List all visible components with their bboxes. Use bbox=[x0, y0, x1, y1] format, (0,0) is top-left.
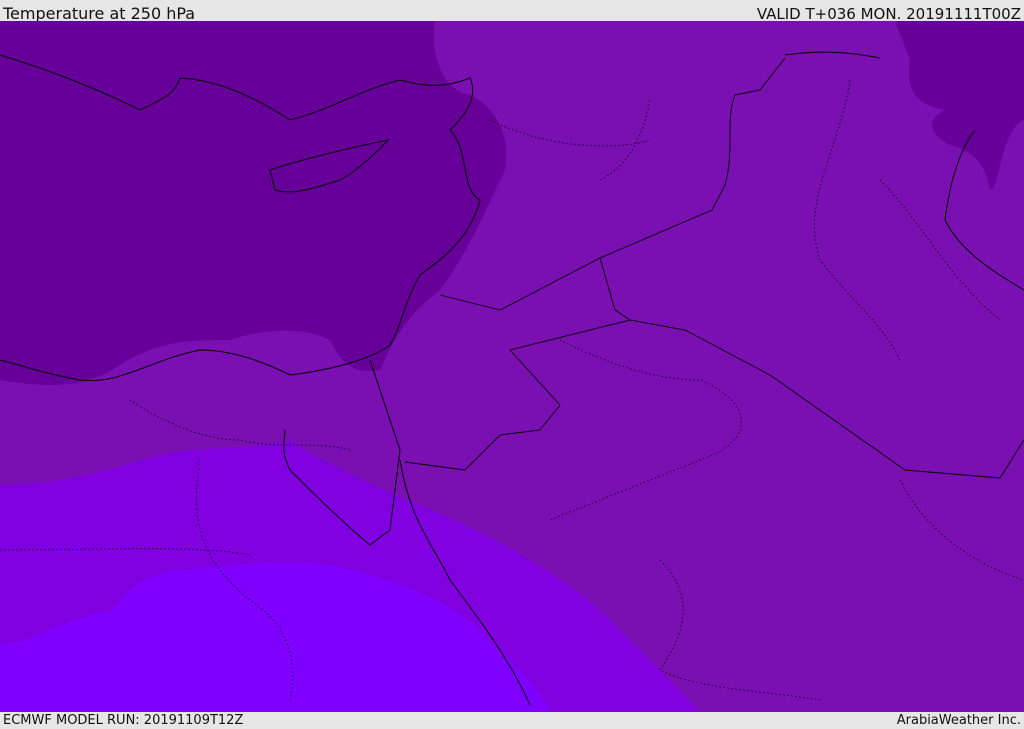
model-run: ECMWF MODEL RUN: 20191109T12Z bbox=[3, 713, 244, 728]
credit: ArabiaWeather Inc. bbox=[896, 713, 1021, 728]
footer-bar: ECMWF MODEL RUN: 20191109T12Z ArabiaWeat… bbox=[0, 712, 1024, 729]
temperature-map bbox=[0, 21, 1024, 712]
header-bar: Temperature at 250 hPa VALID T+036 MON. … bbox=[0, 0, 1024, 23]
